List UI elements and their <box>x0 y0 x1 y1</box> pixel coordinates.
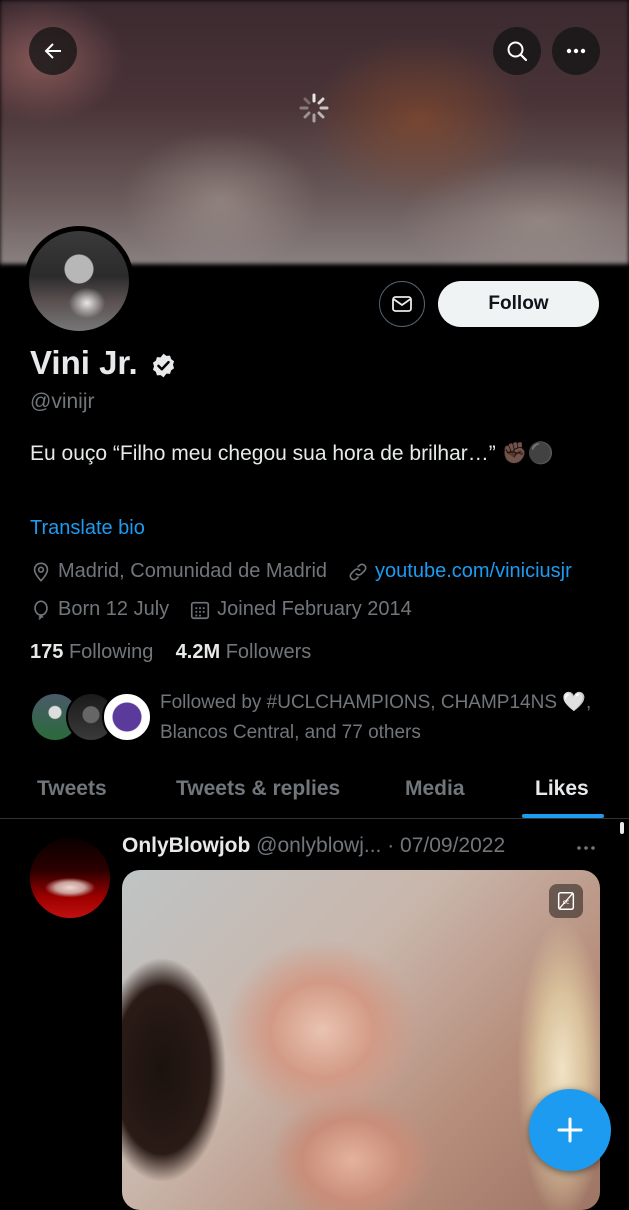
profile-website-link[interactable]: youtube.com/viniciusjr <box>375 560 572 583</box>
tweet-header: OnlyBlowjob @onlyblowj... · 07/09/2022 <box>122 834 505 858</box>
back-button[interactable] <box>29 27 77 75</box>
follow-button[interactable]: Follow <box>438 281 599 327</box>
profile-meta-row-1: Madrid, Comunidad de Madrid youtube.com/… <box>30 560 572 583</box>
profile-avatar[interactable] <box>24 226 134 336</box>
search-button[interactable] <box>493 27 541 75</box>
followed-by-avatars[interactable] <box>30 692 152 744</box>
tweet-date[interactable]: · 07/09/2022 <box>387 834 505 857</box>
profile-counts: 175 Following 4.2M Followers <box>30 641 311 664</box>
mail-icon <box>392 296 412 312</box>
tweet-author-avatar[interactable] <box>30 838 110 918</box>
media-caption-badge[interactable]: cc <box>549 884 583 918</box>
profile-meta-row-2: Born 12 July Joined February 2014 <box>30 598 412 621</box>
compose-button[interactable] <box>529 1089 611 1171</box>
loading-spinner-icon <box>299 93 329 123</box>
profile-bio: Eu ouço “Filho meu chegou sua hora de br… <box>30 442 554 465</box>
tweet-more-icon[interactable] <box>574 838 598 858</box>
plus-icon <box>557 1117 583 1143</box>
tab-tweets-replies[interactable]: Tweets & replies <box>176 760 340 818</box>
profile-joined: Joined February 2014 <box>217 598 412 620</box>
tab-tweets[interactable]: Tweets <box>37 760 107 818</box>
following-count: 175 <box>30 641 64 663</box>
tab-likes[interactable]: Likes <box>535 760 589 818</box>
tab-media[interactable]: Media <box>405 760 465 818</box>
avatar-image <box>29 231 129 331</box>
profile-location: Madrid, Comunidad de Madrid <box>58 560 328 582</box>
translate-bio-link[interactable]: Translate bio <box>30 517 145 540</box>
following-link[interactable]: 175 Following <box>30 641 153 663</box>
tweet-author-handle[interactable]: @onlyblowj... <box>256 834 381 857</box>
link-icon <box>349 563 367 580</box>
profile-tabs: Tweets Tweets & replies Media Likes <box>0 760 629 819</box>
more-button[interactable] <box>552 27 600 75</box>
profile-name: Vini Jr. <box>30 344 138 381</box>
more-icon <box>566 48 586 54</box>
active-tab-indicator <box>522 814 604 818</box>
verified-icon <box>152 353 175 378</box>
followers-label: Followers <box>225 641 312 663</box>
location-icon <box>33 561 49 582</box>
avatar <box>102 692 152 742</box>
arrow-left-icon <box>44 43 61 59</box>
followers-count: 4.2M <box>175 641 221 663</box>
followers-link[interactable]: 4.2M Followers <box>176 641 312 663</box>
profile-born: Born 12 July <box>58 598 170 620</box>
calendar-icon <box>191 601 210 619</box>
balloon-icon <box>34 599 48 620</box>
following-label: Following <box>68 641 154 663</box>
message-button[interactable] <box>379 281 425 327</box>
followed-by-text[interactable]: Followed by #UCLCHAMPIONS, CHAMP14NS 🤍, … <box>160 688 600 748</box>
profile-handle: @vinijr <box>30 390 95 413</box>
caption-icon: cc <box>557 892 575 910</box>
tweet-media[interactable] <box>122 870 600 1210</box>
scrollbar[interactable] <box>620 822 624 834</box>
search-icon <box>507 41 528 62</box>
tweet-author-name[interactable]: OnlyBlowjob <box>122 834 250 857</box>
